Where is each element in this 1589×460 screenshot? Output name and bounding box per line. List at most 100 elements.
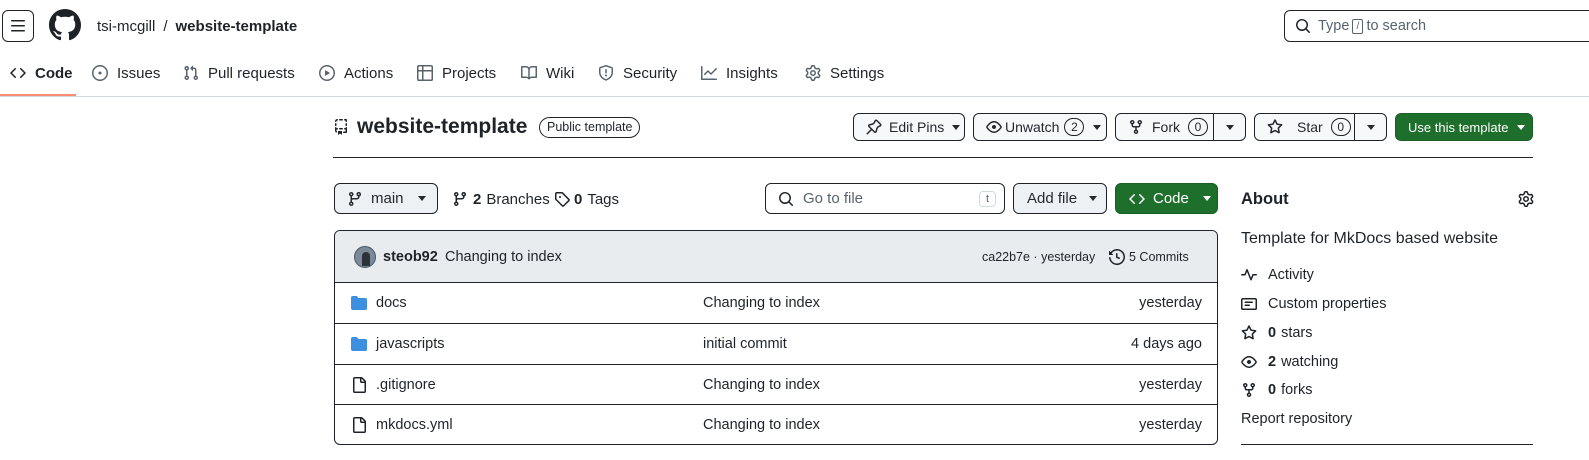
breadcrumb: tsi-mcgill / website-template bbox=[97, 16, 297, 36]
repo-header-divider bbox=[333, 157, 1533, 158]
file-updated-time: yesterday bbox=[1139, 376, 1202, 393]
file-commit-message[interactable]: Changing to index bbox=[703, 417, 820, 433]
tab-pull-requests[interactable]: Pull requests bbox=[183, 60, 295, 86]
tab-label: Security bbox=[623, 64, 678, 82]
tab-label: Projects bbox=[442, 64, 497, 82]
report-repository-link[interactable]: Report repository bbox=[1241, 410, 1352, 428]
branches-count: 2 bbox=[473, 190, 482, 208]
tab-insights[interactable]: Insights bbox=[701, 60, 778, 86]
watching-link[interactable]: 2 watching bbox=[1241, 354, 1338, 370]
tab-projects[interactable]: Projects bbox=[417, 60, 496, 86]
file-commit-message[interactable]: initial commit bbox=[703, 336, 787, 352]
folder-icon bbox=[351, 336, 367, 351]
forks-count: 0 bbox=[1268, 382, 1277, 398]
star-dropdown-button[interactable] bbox=[1354, 113, 1387, 141]
code-icon bbox=[1129, 193, 1145, 204]
about-heading: About bbox=[1241, 190, 1289, 208]
tags-count: 0 bbox=[574, 190, 583, 208]
fork-label: Fork bbox=[1152, 119, 1180, 135]
file-row-javascripts[interactable]: javascripts initial commit 4 days ago bbox=[335, 323, 1218, 363]
tab-settings[interactable]: Settings bbox=[805, 60, 884, 86]
file-updated-time: 4 days ago bbox=[1131, 335, 1202, 352]
star-button[interactable]: Star 0 bbox=[1254, 113, 1355, 141]
tags-link[interactable]: 0 Tags bbox=[554, 189, 619, 209]
play-icon bbox=[319, 65, 335, 81]
commit-message[interactable]: Changing to index bbox=[445, 248, 562, 266]
edit-pins-label: Edit Pins bbox=[889, 119, 945, 135]
tab-code[interactable]: Code bbox=[10, 60, 73, 86]
forks-link[interactable]: 0 forks bbox=[1241, 382, 1313, 398]
tab-security[interactable]: Security bbox=[598, 60, 677, 86]
stars-label: stars bbox=[1281, 325, 1313, 341]
file-commit-message[interactable]: Changing to index bbox=[703, 377, 820, 393]
stars-count: 0 bbox=[1268, 325, 1277, 341]
custom-properties-label: Custom properties bbox=[1268, 296, 1387, 312]
history-icon bbox=[1109, 249, 1125, 265]
repo-forked-icon bbox=[1130, 120, 1142, 135]
add-file-label: Add file bbox=[1027, 190, 1078, 207]
watching-count: 2 bbox=[1268, 354, 1277, 370]
star-icon bbox=[1267, 119, 1283, 134]
search-icon bbox=[1296, 19, 1311, 34]
commits-link[interactable]: 5 Commits bbox=[1109, 248, 1189, 266]
tab-label: Actions bbox=[344, 64, 394, 82]
branch-selector-button[interactable]: main bbox=[334, 183, 438, 214]
fork-dropdown-button[interactable] bbox=[1213, 113, 1246, 141]
hamburger-menu-button[interactable] bbox=[2, 10, 34, 42]
file-commit-message[interactable]: Changing to index bbox=[703, 295, 820, 311]
repo-forked-icon bbox=[1243, 383, 1255, 398]
github-logo-icon[interactable] bbox=[49, 9, 81, 41]
commit-author[interactable]: steob92 bbox=[383, 248, 438, 266]
custom-properties-link[interactable]: Custom properties bbox=[1241, 296, 1386, 312]
file-name[interactable]: javascripts bbox=[376, 336, 445, 352]
search-shortcut-key: / bbox=[1352, 18, 1364, 34]
unwatch-button[interactable]: Unwatch 2 bbox=[973, 113, 1107, 141]
issue-opened-icon bbox=[92, 65, 108, 81]
chevron-down-icon bbox=[1225, 124, 1234, 130]
file-row-docs[interactable]: docs Changing to index yesterday bbox=[335, 282, 1218, 322]
breadcrumb-owner[interactable]: tsi-mcgill bbox=[97, 18, 155, 35]
file-updated-time: yesterday bbox=[1139, 416, 1202, 433]
tab-label: Settings bbox=[830, 64, 885, 82]
file-icon bbox=[353, 416, 366, 433]
folder-icon bbox=[351, 295, 367, 310]
edit-pins-button[interactable]: Edit Pins bbox=[853, 113, 965, 141]
stars-link[interactable]: 0 stars bbox=[1241, 325, 1313, 341]
chevron-down-icon bbox=[1202, 196, 1211, 201]
search-input[interactable]: Type / to search bbox=[1284, 10, 1589, 42]
tab-wiki[interactable]: Wiki bbox=[521, 60, 574, 86]
commits-label: 5 Commits bbox=[1129, 250, 1189, 264]
tag-icon bbox=[555, 192, 570, 207]
chevron-down-icon bbox=[1366, 124, 1375, 130]
go-to-file-input[interactable]: Go to file t bbox=[765, 183, 1005, 214]
breadcrumb-repo[interactable]: website-template bbox=[176, 18, 298, 35]
file-row-mkdocs-yml[interactable]: mkdocs.yml Changing to index yesterday bbox=[335, 404, 1218, 444]
star-counter: 0 bbox=[1330, 118, 1351, 136]
code-button[interactable]: Code bbox=[1115, 183, 1218, 214]
commit-avatar[interactable] bbox=[354, 246, 376, 268]
add-file-button[interactable]: Add file bbox=[1013, 183, 1107, 214]
chevron-down-icon bbox=[1089, 196, 1098, 201]
search-icon bbox=[779, 191, 794, 206]
use-this-template-button[interactable]: Use this template bbox=[1395, 113, 1533, 141]
tab-label: Insights bbox=[726, 64, 778, 82]
branches-link[interactable]: 2 Branches bbox=[452, 189, 550, 209]
activity-link[interactable]: Activity bbox=[1241, 267, 1314, 283]
tab-actions[interactable]: Actions bbox=[319, 60, 393, 86]
go-to-file-placeholder: Go to file bbox=[803, 190, 864, 207]
search-placeholder-prefix: Type bbox=[1318, 18, 1350, 34]
eye-icon bbox=[1241, 356, 1257, 368]
gear-icon[interactable] bbox=[1518, 191, 1534, 207]
file-name[interactable]: docs bbox=[376, 295, 407, 311]
file-row-gitignore[interactable]: .gitignore Changing to index yesterday bbox=[335, 364, 1218, 404]
file-name[interactable]: .gitignore bbox=[376, 377, 436, 393]
star-label: Star bbox=[1297, 119, 1323, 135]
fork-button[interactable]: Fork 0 bbox=[1115, 113, 1214, 141]
chevron-down-icon bbox=[1517, 124, 1526, 130]
commit-sha-time[interactable]: ca22b7e · yesterday bbox=[982, 249, 1095, 265]
tab-issues[interactable]: Issues bbox=[92, 60, 160, 86]
tab-label: Issues bbox=[117, 64, 161, 82]
search-placeholder-suffix: to search bbox=[1366, 18, 1427, 34]
repo-title[interactable]: website-template bbox=[357, 114, 527, 140]
file-name[interactable]: mkdocs.yml bbox=[376, 417, 453, 433]
